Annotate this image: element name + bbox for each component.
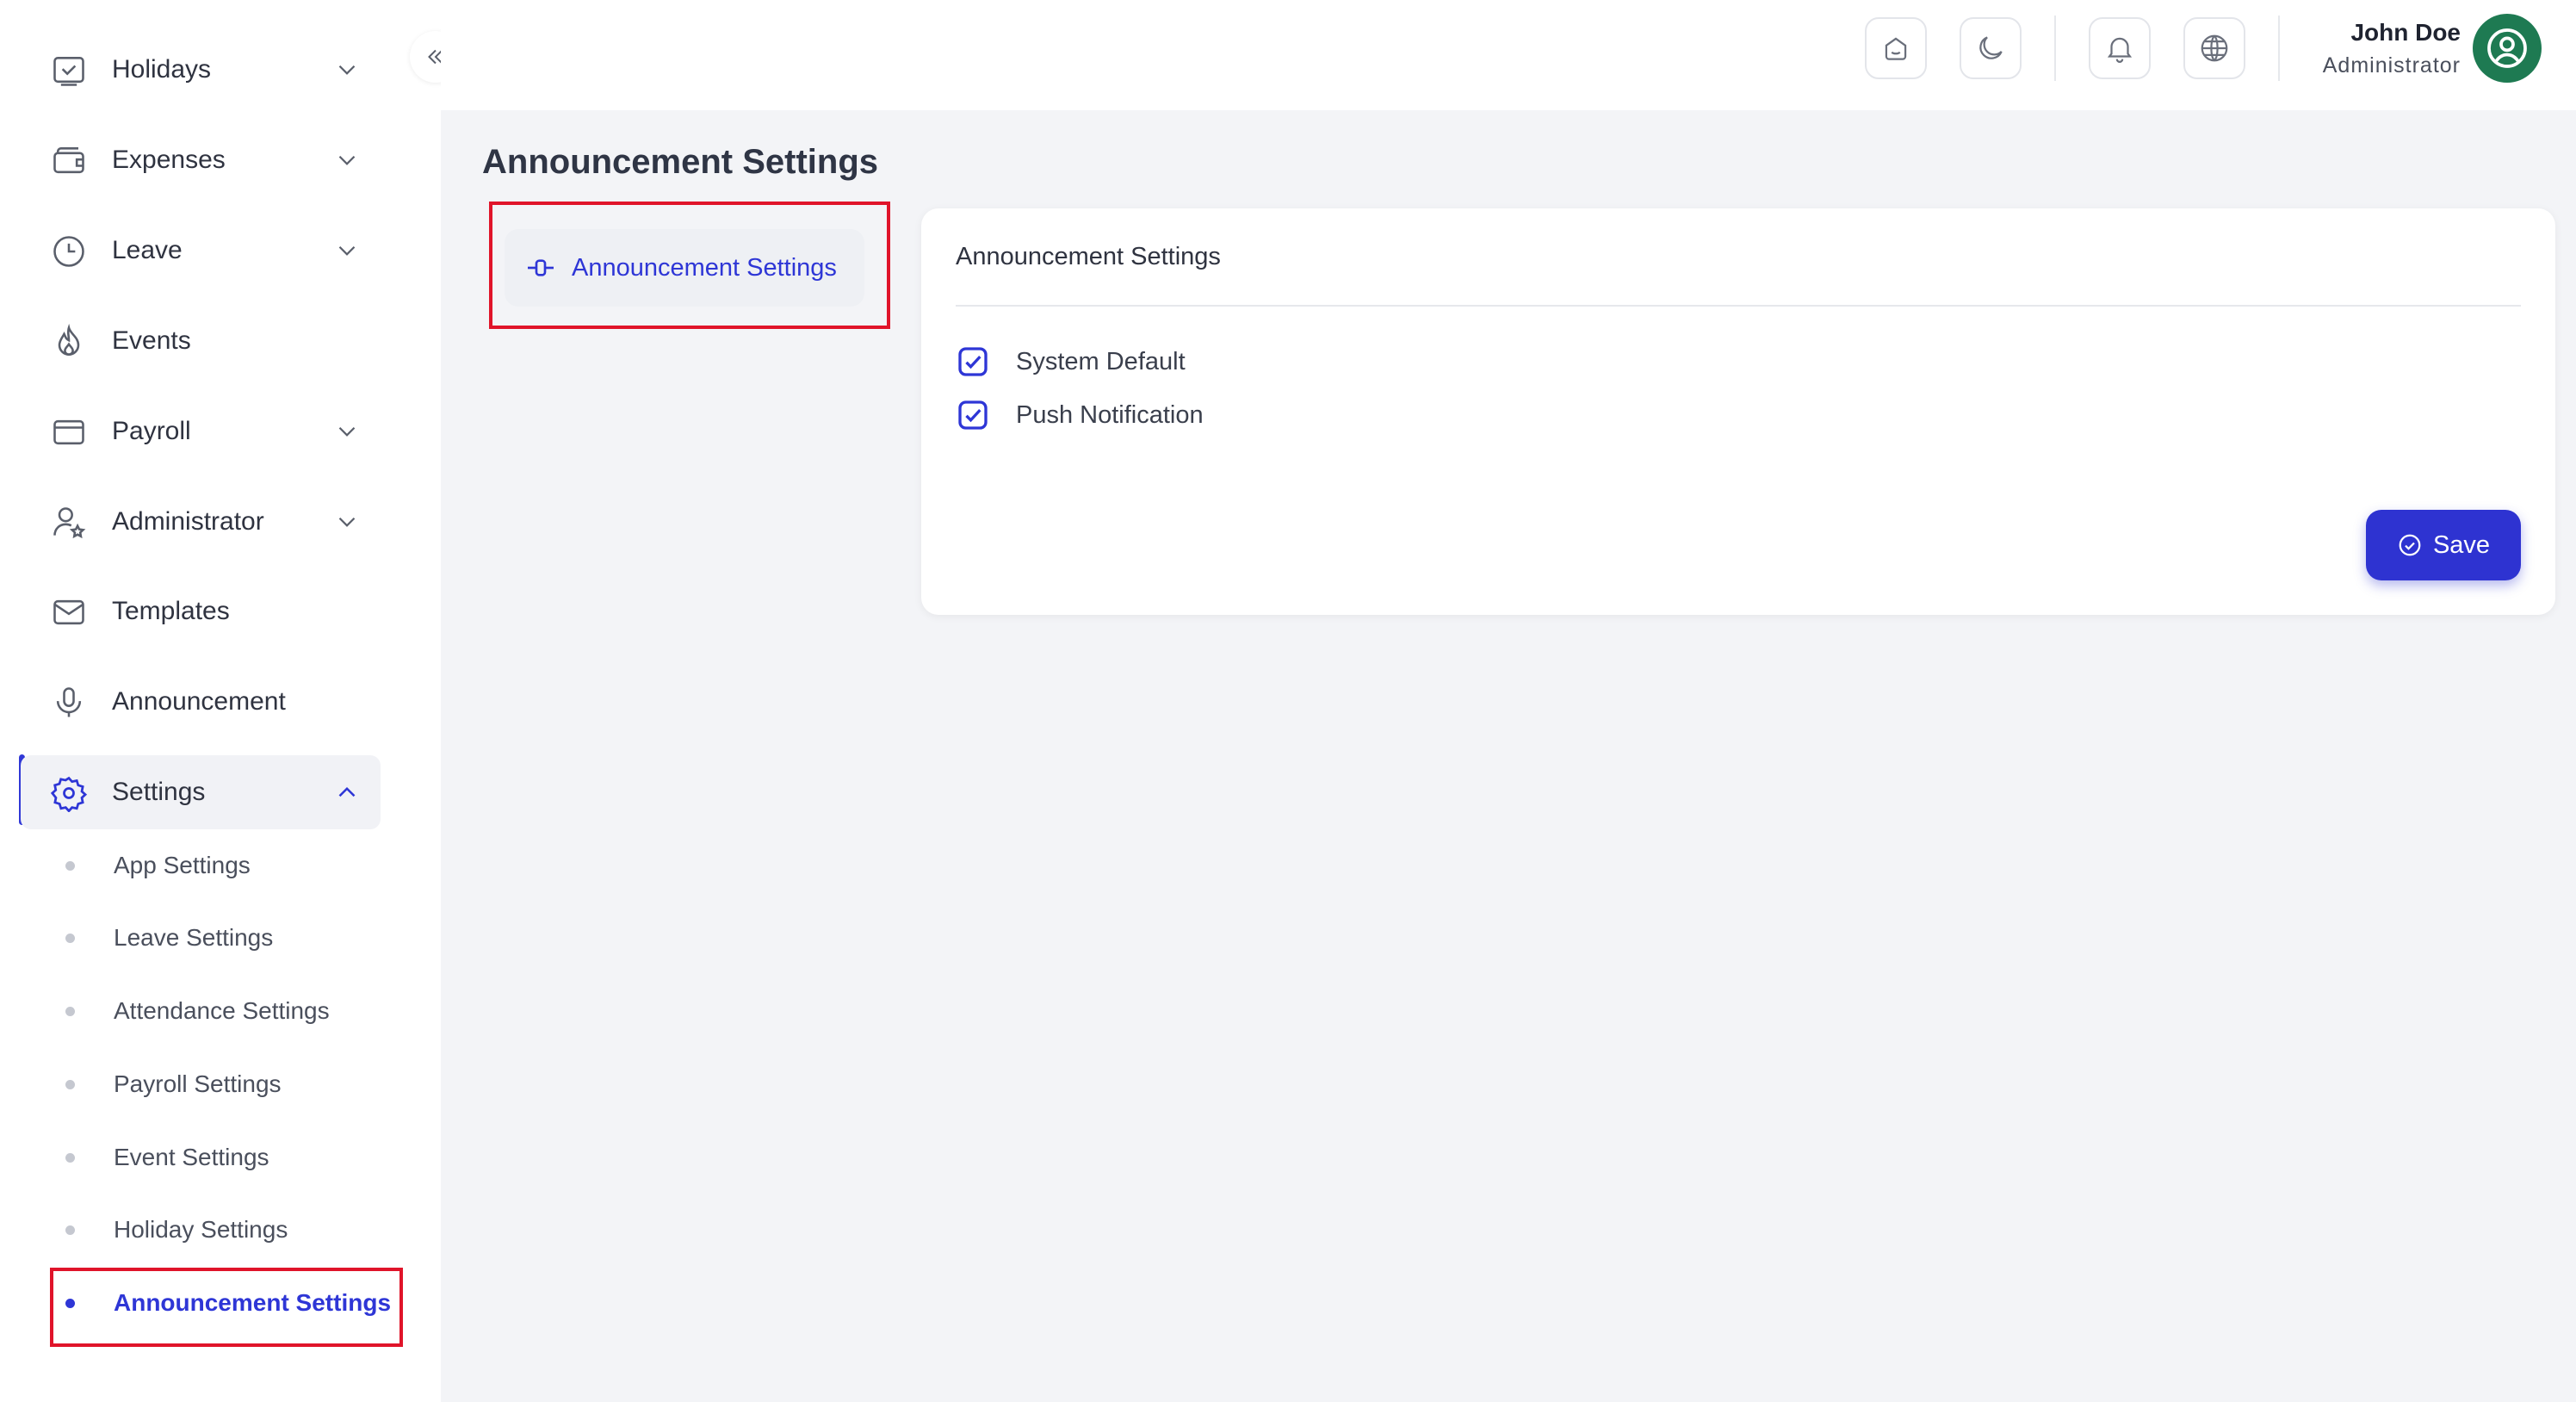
bell-icon <box>2107 37 2133 63</box>
user-circle-icon <box>2487 28 2527 68</box>
dark-mode-button[interactable] <box>1960 17 2022 79</box>
save-button[interactable]: Save <box>2366 510 2521 580</box>
bullet-dot <box>65 1225 75 1235</box>
sidebar-subitem-leave-settings[interactable]: Leave Settings <box>52 912 405 964</box>
header-divider <box>2054 16 2056 81</box>
chevron-down-icon <box>332 236 362 265</box>
sidebar-subitem-app-settings[interactable]: App Settings <box>52 840 405 891</box>
sidebar-subitem-label: Event Settings <box>114 1144 269 1170</box>
tab-announcement-settings[interactable]: Announcement Settings <box>505 229 864 307</box>
credit-card-icon <box>50 413 88 451</box>
language-button[interactable] <box>2183 17 2245 79</box>
sidebar-subitem-attendance-settings[interactable]: Attendance Settings <box>52 985 405 1037</box>
sidebar-item-administrator[interactable]: Administrator <box>21 485 381 559</box>
sidebar-item-label: Holidays <box>112 55 212 84</box>
sidebar-subitem-label: Leave Settings <box>114 924 274 951</box>
moon-icon <box>1979 36 2003 59</box>
bullet-dot <box>65 933 75 943</box>
sidebar-subitem-label: App Settings <box>114 852 251 878</box>
card-divider <box>956 305 2521 307</box>
sidebar-item-label: Events <box>112 326 191 355</box>
user-star-icon <box>50 504 88 542</box>
option-label: Push Notification <box>1016 400 1204 429</box>
sidebar-subitem-label: Payroll Settings <box>114 1070 282 1097</box>
app-root: Holidays Expenses Leave Events Payroll A… <box>0 0 2576 1402</box>
chevron-up-icon <box>332 778 362 807</box>
flame-icon <box>50 323 88 361</box>
header-divider <box>2278 16 2280 81</box>
sidebar-item-label: Expenses <box>112 146 226 174</box>
sidebar-item-label: Administrator <box>112 507 264 536</box>
push-notification-option[interactable]: Push Notification <box>956 396 1204 434</box>
sidebar-subitem-label: Holiday Settings <box>114 1216 288 1243</box>
sidebar: Holidays Expenses Leave Events Payroll A… <box>0 0 441 1402</box>
wallet-icon <box>50 142 88 180</box>
user-name[interactable]: John Doe <box>2350 19 2461 47</box>
bullet-dot <box>65 1079 75 1089</box>
chevron-down-icon <box>332 417 362 446</box>
checkbox-checked-icon[interactable] <box>956 398 990 432</box>
sidebar-item-leave[interactable]: Leave <box>21 214 381 288</box>
chevron-down-icon <box>332 507 362 537</box>
sidebar-subitem-label: Attendance Settings <box>114 997 330 1024</box>
sidebar-item-announcement[interactable]: Announcement <box>21 665 381 739</box>
sidebar-item-label: Settings <box>112 778 206 806</box>
avatar[interactable] <box>2473 14 2542 83</box>
bullet-dot <box>65 860 75 871</box>
user-role: Administrator <box>2322 53 2461 78</box>
notifications-button[interactable] <box>2089 17 2151 79</box>
checkbox-checked-icon[interactable] <box>956 344 990 379</box>
sidebar-item-holidays[interactable]: Holidays <box>21 33 381 107</box>
sidebar-subitem-announcement-settings[interactable]: Announcement Settings <box>52 1277 405 1329</box>
microphone-icon <box>50 684 88 722</box>
sidebar-subitem-label: Announcement Settings <box>114 1289 392 1316</box>
sidebar-subitem-event-settings[interactable]: Event Settings <box>52 1132 405 1183</box>
settings-card: Announcement Settings System Default Pus… <box>921 208 2555 615</box>
sidebar-item-expenses[interactable]: Expenses <box>21 123 381 197</box>
gear-icon <box>50 774 88 812</box>
sidebar-item-label: Templates <box>112 597 230 625</box>
system-default-option[interactable]: System Default <box>956 343 1186 381</box>
sidebar-subitem-holiday-settings[interactable]: Holiday Settings <box>52 1204 405 1256</box>
bullet-dot <box>65 1298 75 1308</box>
top-header: John Doe Administrator <box>441 0 2576 110</box>
tab-label: Announcement Settings <box>572 253 837 282</box>
check-circle-icon <box>2399 534 2421 556</box>
globe-icon <box>2201 34 2228 62</box>
home-button[interactable] <box>1865 17 1927 79</box>
sidebar-item-payroll[interactable]: Payroll <box>21 394 381 468</box>
home-icon <box>1885 37 1907 60</box>
sidebar-item-label: Payroll <box>112 417 191 445</box>
sidebar-subitem-payroll-settings[interactable]: Payroll Settings <box>52 1058 405 1110</box>
sidebar-item-events[interactable]: Events <box>21 304 381 378</box>
card-title: Announcement Settings <box>956 243 1221 270</box>
bullet-dot <box>65 1006 75 1016</box>
sliders-icon <box>523 251 558 285</box>
chevron-down-icon <box>332 146 362 175</box>
chevron-down-icon <box>332 55 362 84</box>
option-label: System Default <box>1016 347 1186 375</box>
sidebar-item-settings[interactable]: Settings <box>21 755 381 829</box>
page-title: Announcement Settings <box>482 143 879 181</box>
sidebar-item-label: Announcement <box>112 687 286 716</box>
clock-icon <box>50 233 88 270</box>
sidebar-item-label: Leave <box>112 236 183 264</box>
save-label: Save <box>2432 530 2491 559</box>
sidebar-item-templates[interactable]: Templates <box>21 574 381 648</box>
bullet-dot <box>65 1152 75 1163</box>
calendar-check-icon <box>50 52 88 90</box>
mail-icon <box>50 593 88 631</box>
